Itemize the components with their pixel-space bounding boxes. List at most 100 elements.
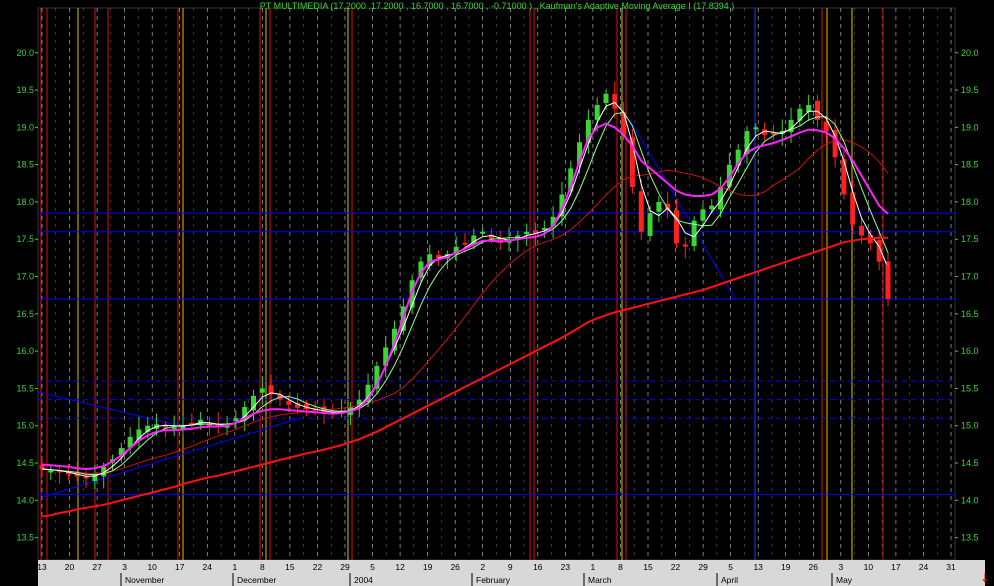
candle-body [480, 231, 486, 234]
scroll-down-icon[interactable]: ↓ [980, 572, 990, 584]
x-day-label: 29 [340, 562, 350, 572]
x-day-label: 26 [809, 562, 819, 572]
chart-title: PT MULTIMEDIA (17.2000 ,17.2000 , 16.700… [259, 1, 735, 11]
x-day-label: 10 [864, 562, 874, 572]
trend-line [37, 391, 191, 429]
y-tick-label-left: 15.0 [16, 421, 34, 431]
x-day-label: 19 [423, 562, 433, 572]
candle-body [251, 395, 256, 411]
x-day-label: 23 [561, 562, 571, 572]
candle-body [462, 242, 468, 245]
x-day-label: 3 [838, 562, 843, 572]
x-day-label: 27 [92, 562, 102, 572]
x-day-label: 31 [946, 562, 956, 572]
y-tick-label-right: 16.5 [961, 309, 979, 319]
candle-body [841, 159, 847, 195]
x-day-label: 8 [260, 562, 265, 572]
y-tick-label-right: 18.5 [961, 160, 979, 170]
x-month-label: March [588, 575, 612, 585]
x-day-label: 13 [37, 562, 47, 572]
candle-body [647, 213, 653, 236]
y-tick-label-right: 17.0 [961, 272, 979, 282]
stock-chart: 13.5 13.5 14.0 14.0 14.5 14.5 15.0 15.0 15.5 15.5… [16, 7, 985, 586]
candle-body [39, 465, 45, 469]
candle-body [603, 93, 609, 103]
y-tick-label-left: 20.0 [16, 48, 34, 58]
y-tick-label-left: 13.5 [16, 533, 34, 543]
y-tick-label-left: 17.5 [16, 234, 34, 244]
x-day-label: 17 [891, 562, 901, 572]
candle-body [832, 130, 838, 158]
candle-body [709, 205, 715, 210]
y-tick-label-right: 19.0 [961, 122, 979, 132]
candle-body [259, 388, 265, 393]
candle-body [594, 104, 600, 120]
x-day-label: 13 [753, 562, 763, 572]
y-tick-label-right: 13.5 [961, 533, 979, 543]
candle-body [744, 131, 750, 154]
ma-line-lightgreen [41, 111, 889, 476]
x-day-label: 24 [919, 562, 929, 572]
x-day-label: 5 [370, 562, 375, 572]
y-tick-label-right: 15.0 [961, 421, 979, 431]
y-tick-label-left: 16.0 [16, 346, 34, 356]
candle-body [83, 476, 89, 479]
x-day-label: 1 [591, 562, 596, 572]
kama-line [41, 122, 889, 471]
x-day-label: 5 [728, 562, 733, 572]
x-day-label: 8 [618, 562, 623, 572]
x-day-label: 12 [395, 562, 405, 572]
x-day-label: 17 [175, 562, 185, 572]
candle-body [656, 201, 662, 212]
x-day-label: 22 [671, 562, 681, 572]
y-tick-label-left: 19.5 [16, 85, 34, 95]
candle-body [612, 94, 618, 109]
x-day-label: 19 [781, 562, 791, 572]
x-day-label: 10 [147, 562, 157, 572]
candle-body [286, 400, 292, 405]
y-tick-label-left: 15.5 [16, 383, 34, 393]
y-tick-label-left: 14.5 [16, 458, 34, 468]
ma-line-white [41, 101, 889, 477]
x-month-label: 2004 [354, 575, 373, 585]
y-tick-label-right: 14.5 [961, 458, 979, 468]
y-tick-label-right: 17.5 [961, 234, 979, 244]
x-day-label: 3 [122, 562, 127, 572]
x-day-label: 2 [480, 562, 485, 572]
candle-body [48, 470, 54, 473]
last-bar-marker [886, 261, 890, 299]
x-day-label: 22 [313, 562, 323, 572]
x-day-label: 24 [203, 562, 213, 572]
y-tick-label-left: 16.5 [16, 309, 34, 319]
y-tick-label-right: 15.5 [961, 383, 979, 393]
candle-body [682, 244, 688, 247]
x-day-label: 9 [508, 562, 513, 572]
y-tick-label-left: 18.0 [16, 197, 34, 207]
sma-long-line [41, 236, 888, 518]
candle-body [753, 127, 759, 130]
y-tick-label-left: 18.5 [16, 160, 34, 170]
y-tick-label-left: 19.0 [16, 122, 34, 132]
y-tick-label-right: 19.5 [961, 85, 979, 95]
x-day-label: 1 [232, 562, 237, 572]
x-day-label: 26 [450, 562, 460, 572]
candle-body [674, 210, 679, 243]
y-tick-label-left: 17.0 [16, 272, 34, 282]
x-day-label: 29 [698, 562, 708, 572]
x-day-label: 16 [533, 562, 543, 572]
y-tick-label-right: 18.0 [961, 197, 979, 207]
x-day-label: 20 [65, 562, 75, 572]
candle-body [859, 225, 865, 236]
y-tick-label-right: 16.0 [961, 346, 979, 356]
x-month-label: February [476, 575, 511, 585]
x-day-label: 15 [285, 562, 295, 572]
candle-body [171, 427, 177, 430]
x-month-label: November [125, 575, 164, 585]
y-tick-label-left: 14.0 [16, 495, 34, 505]
candle-body [524, 231, 530, 235]
x-month-label: May [836, 575, 853, 585]
x-month-label: April [721, 575, 738, 585]
y-tick-label-right: 20.0 [961, 48, 979, 58]
candle-body [638, 191, 644, 232]
x-month-label: December [237, 575, 276, 585]
